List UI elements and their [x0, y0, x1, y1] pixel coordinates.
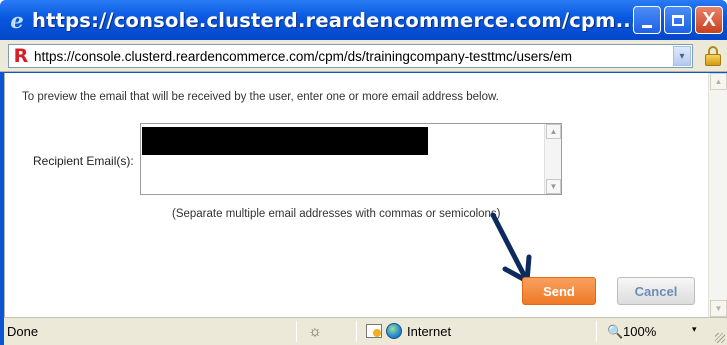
zoom-dropdown-icon[interactable]: ▾ — [692, 324, 697, 335]
zoom-level[interactable]: 100% — [623, 324, 656, 339]
scroll-down-icon[interactable]: ▼ — [546, 179, 561, 194]
instruction-text: To preview the email that will be receiv… — [22, 91, 499, 103]
status-bar: Done ☼ Internet 🔍 100% ▾ — [4, 317, 727, 345]
separator-hint-text: (Separate multiple email addresses with … — [172, 208, 501, 220]
window-title: https://console.clusterd.reardencommerce… — [32, 8, 639, 32]
send-button[interactable]: Send — [522, 277, 596, 305]
page-scroll-down-icon[interactable]: ▼ — [710, 300, 727, 317]
site-favicon-icon: R — [13, 45, 29, 67]
minimize-icon — [642, 24, 652, 28]
scroll-up-icon[interactable]: ▲ — [546, 124, 561, 139]
resize-grip-icon[interactable] — [715, 333, 725, 343]
page-scroll-up-icon[interactable]: ▲ — [710, 73, 727, 90]
address-dropdown-button[interactable]: ▾ — [673, 46, 691, 66]
address-url[interactable]: https://console.clusterd.reardencommerce… — [34, 49, 674, 64]
protected-mode-icon — [366, 324, 382, 338]
privacy-report-icon[interactable]: ☼ — [306, 322, 324, 340]
close-button[interactable]: X — [695, 6, 723, 34]
redacted-email-block — [142, 127, 428, 155]
address-bar: R https://console.clusterd.reardencommer… — [0, 40, 727, 72]
security-zone-label: Internet — [407, 324, 452, 339]
padlock-icon[interactable] — [705, 46, 721, 66]
minimize-button[interactable] — [633, 6, 661, 34]
internet-zone-globe-icon — [386, 323, 402, 339]
recipient-email-textarea[interactable]: ▲ ▼ — [140, 123, 562, 195]
status-divider — [356, 321, 357, 342]
padlock-body — [705, 54, 721, 66]
status-divider — [596, 321, 597, 342]
address-field[interactable]: R https://console.clusterd.reardencommer… — [8, 44, 693, 68]
window-controls: X — [633, 6, 723, 34]
textarea-scrollbar[interactable]: ▲ ▼ — [544, 124, 561, 194]
maximize-button[interactable] — [664, 6, 692, 34]
title-bar[interactable]: e https://console.clusterd.reardencommer… — [0, 0, 727, 40]
annotation-arrow-icon — [490, 212, 532, 284]
page-scrollbar[interactable]: ▲ ▼ — [708, 73, 727, 317]
ie-popup-window: e https://console.clusterd.reardencommer… — [0, 0, 727, 345]
status-text: Done — [7, 324, 39, 339]
status-divider — [296, 321, 297, 342]
zoom-magnifier-icon[interactable]: 🔍 — [607, 324, 623, 340]
internet-explorer-icon: e — [10, 7, 24, 33]
page-content: To preview the email that will be receiv… — [4, 73, 708, 317]
maximize-icon — [672, 14, 684, 26]
cancel-button[interactable]: Cancel — [617, 277, 695, 305]
recipient-email-label: Recipient Email(s): — [33, 154, 134, 168]
